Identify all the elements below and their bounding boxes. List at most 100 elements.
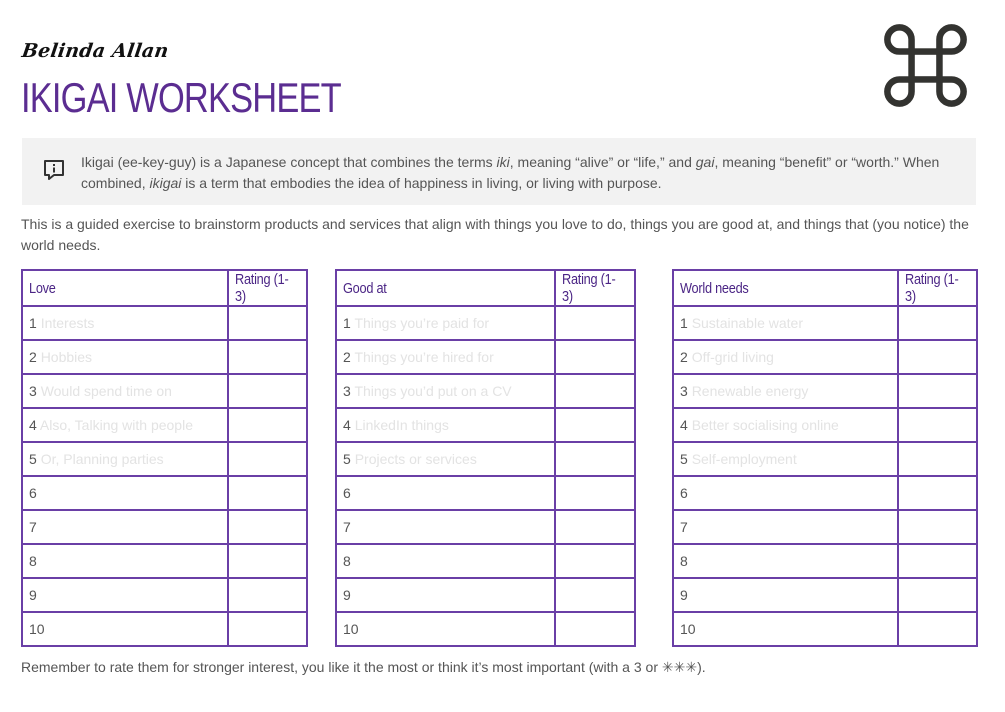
rating-cell[interactable] <box>227 339 308 375</box>
entry-cell[interactable]: 9 <box>21 577 229 613</box>
row-number: 2 <box>680 349 688 365</box>
table-row: 3 Things you’d put on a CV <box>335 373 636 409</box>
entry-cell[interactable]: 3 Renewable energy <box>672 373 899 409</box>
placeholder-hint: Sustainable water <box>691 315 803 331</box>
rating-cell[interactable] <box>897 407 978 443</box>
rating-cell[interactable] <box>227 577 308 613</box>
love-column-header: Love <box>21 269 229 307</box>
placeholder-hint: Things you’d put on a CV <box>354 383 512 399</box>
entry-cell[interactable]: 4 Better socialising online <box>672 407 899 443</box>
rating-cell[interactable] <box>897 611 978 647</box>
entry-cell[interactable]: 10 <box>335 611 556 647</box>
rating-cell[interactable] <box>227 373 308 409</box>
table-row: 5 Self-employment <box>672 441 978 477</box>
info-text-part: is a term that embodies the idea of happ… <box>181 175 662 191</box>
entry-cell[interactable]: 5 Or, Planning parties <box>21 441 229 477</box>
rating-cell[interactable] <box>554 577 636 613</box>
good-at-table: Good at Rating (1-3) 1 Things you’re pai… <box>335 269 636 647</box>
rating-cell[interactable] <box>554 373 636 409</box>
placeholder-hint: Projects or services <box>354 451 477 467</box>
table-row: 8 <box>672 543 978 579</box>
entry-cell[interactable]: 9 <box>672 577 899 613</box>
entry-cell[interactable]: 2 Things you’re hired for <box>335 339 556 375</box>
table-row: 9 <box>335 577 636 613</box>
rating-cell[interactable] <box>554 611 636 647</box>
entry-cell[interactable]: 7 <box>21 509 229 545</box>
entry-cell[interactable]: 4 LinkedIn things <box>335 407 556 443</box>
rating-cell[interactable] <box>897 339 978 375</box>
row-number: 7 <box>29 519 37 535</box>
rating-cell[interactable] <box>554 509 636 545</box>
rating-cell[interactable] <box>897 543 978 579</box>
rating-cell[interactable] <box>227 475 308 511</box>
rating-cell[interactable] <box>554 475 636 511</box>
table-row: 8 <box>335 543 636 579</box>
table-row: 6 <box>21 475 308 511</box>
info-term: ikigai <box>149 175 182 191</box>
row-number: 8 <box>343 553 351 569</box>
rating-cell[interactable] <box>897 509 978 545</box>
rating-column-header: Rating (1-3) <box>554 269 636 307</box>
rating-cell[interactable] <box>897 441 978 477</box>
rating-cell[interactable] <box>227 441 308 477</box>
entry-cell[interactable]: 1 Sustainable water <box>672 305 899 341</box>
entry-cell[interactable]: 3 Things you’d put on a CV <box>335 373 556 409</box>
entry-cell[interactable]: 6 <box>21 475 229 511</box>
entry-cell[interactable]: 1 Interests <box>21 305 229 341</box>
rating-cell[interactable] <box>554 305 636 341</box>
entry-cell[interactable]: 10 <box>21 611 229 647</box>
entry-cell[interactable]: 8 <box>21 543 229 579</box>
rating-cell[interactable] <box>897 373 978 409</box>
rating-cell[interactable] <box>227 305 308 341</box>
entry-cell[interactable]: 6 <box>335 475 556 511</box>
rating-cell[interactable] <box>897 475 978 511</box>
rating-cell[interactable] <box>897 577 978 613</box>
intro-paragraph: This is a guided exercise to brainstorm … <box>21 216 969 253</box>
table-row: 5 Or, Planning parties <box>21 441 308 477</box>
entry-cell[interactable]: 7 <box>672 509 899 545</box>
rating-cell[interactable] <box>227 543 308 579</box>
info-term: iki <box>496 154 510 170</box>
entry-cell[interactable]: 5 Self-employment <box>672 441 899 477</box>
rating-cell[interactable] <box>554 339 636 375</box>
placeholder-hint: Better socialising online <box>691 417 839 433</box>
rating-cell[interactable] <box>554 441 636 477</box>
info-text-part: , meaning “alive” or “life,” and <box>509 154 696 170</box>
footer-note: Remember to rate them for stronger inter… <box>21 659 706 675</box>
entry-cell[interactable]: 10 <box>672 611 899 647</box>
rating-cell[interactable] <box>554 543 636 579</box>
placeholder-hint: Off-grid living <box>691 349 774 365</box>
table-row: 10 <box>335 611 636 647</box>
rating-cell[interactable] <box>227 509 308 545</box>
table-row: 6 <box>672 475 978 511</box>
entry-cell[interactable]: 4 Also, Talking with people <box>21 407 229 443</box>
table-row: 4 LinkedIn things <box>335 407 636 443</box>
table-row: 5 Projects or services <box>335 441 636 477</box>
table-row: 8 <box>21 543 308 579</box>
author-name: Belinda Allan <box>20 40 171 62</box>
entry-cell[interactable]: 1 Things you’re paid for <box>335 305 556 341</box>
info-callout: Ikigai (ee-key-guy) is a Japanese concep… <box>22 138 976 205</box>
rating-cell[interactable] <box>227 407 308 443</box>
row-number: 8 <box>29 553 37 569</box>
row-number: 7 <box>343 519 351 535</box>
rating-cell[interactable] <box>897 305 978 341</box>
entry-cell[interactable]: 7 <box>335 509 556 545</box>
info-text-part: Ikigai (ee-key-guy) is a Japanese concep… <box>81 154 497 170</box>
entry-cell[interactable]: 8 <box>335 543 556 579</box>
row-number: 4 <box>343 417 351 433</box>
entry-cell[interactable]: 2 Hobbies <box>21 339 229 375</box>
entry-cell[interactable]: 6 <box>672 475 899 511</box>
rating-cell[interactable] <box>554 407 636 443</box>
entry-cell[interactable]: 2 Off-grid living <box>672 339 899 375</box>
entry-cell[interactable]: 3 Would spend time on <box>21 373 229 409</box>
table-row: 6 <box>335 475 636 511</box>
placeholder-hint: LinkedIn things <box>354 417 449 433</box>
rating-cell[interactable] <box>227 611 308 647</box>
entry-cell[interactable]: 9 <box>335 577 556 613</box>
entry-cell[interactable]: 8 <box>672 543 899 579</box>
row-number: 10 <box>29 621 45 637</box>
entry-cell[interactable]: 5 Projects or services <box>335 441 556 477</box>
row-number: 7 <box>680 519 688 535</box>
table-row: 1 Things you’re paid for <box>335 305 636 341</box>
